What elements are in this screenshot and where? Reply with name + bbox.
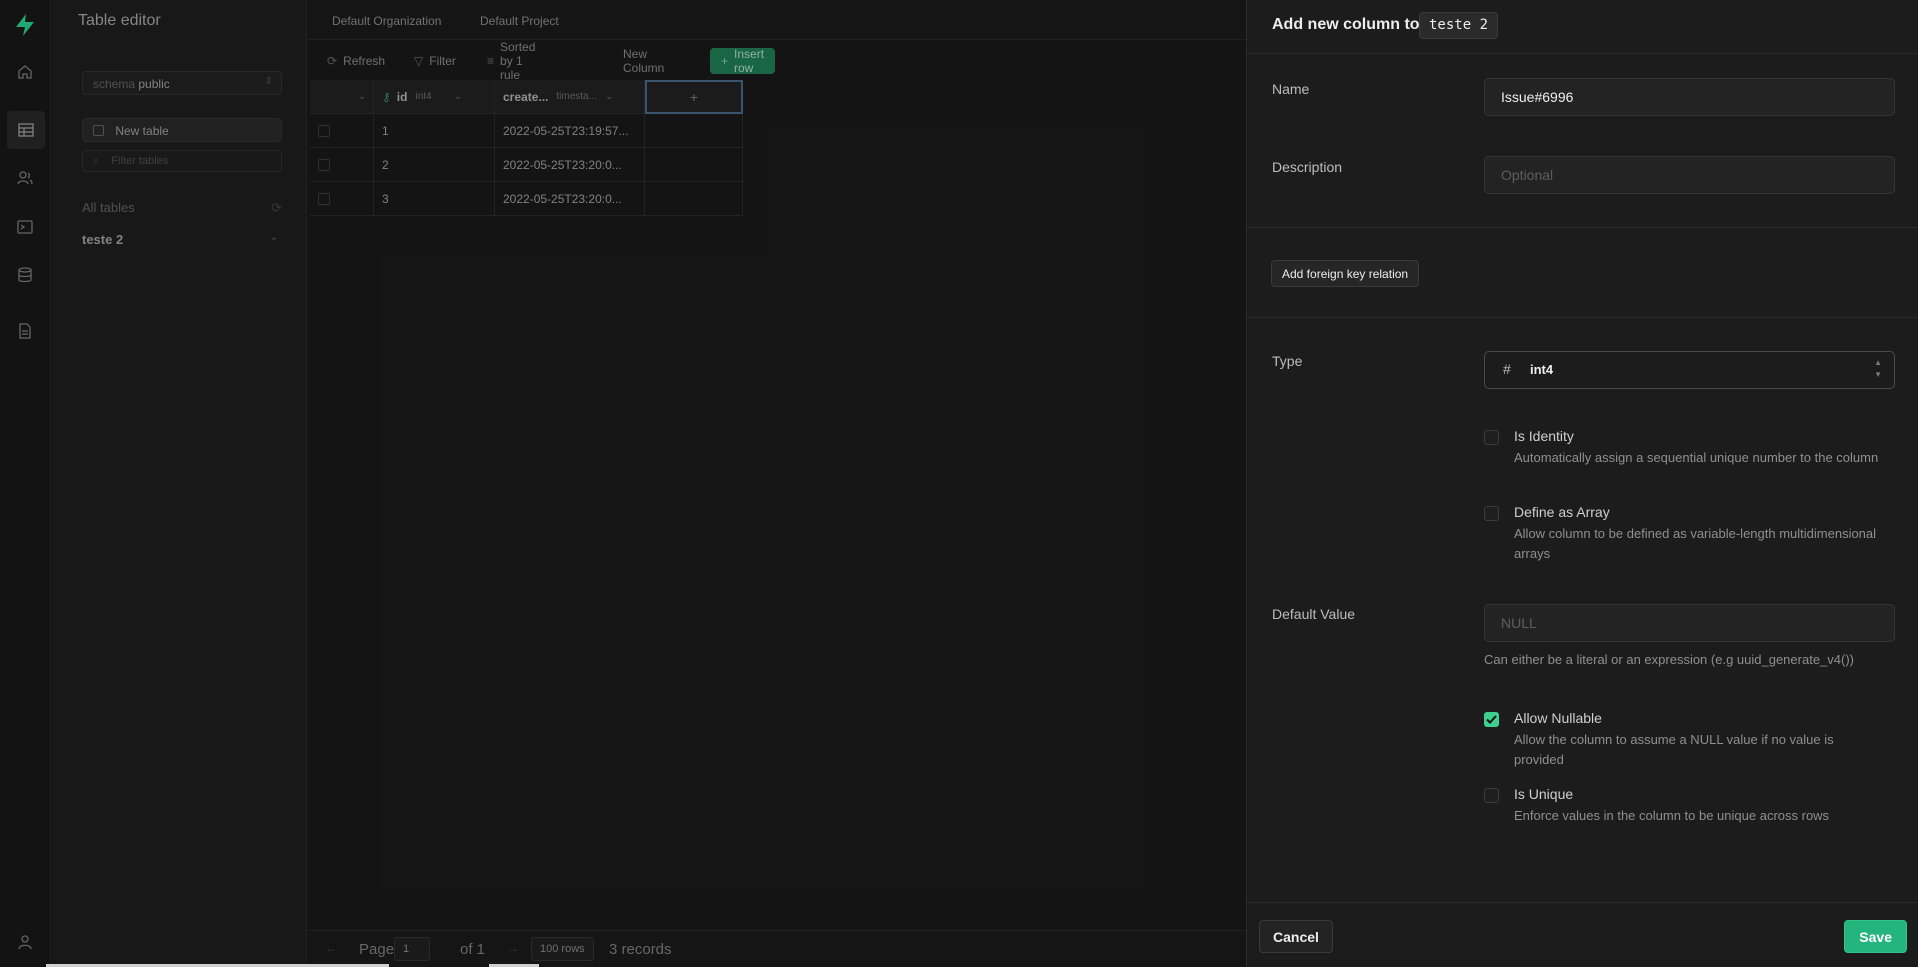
- table-name-badge: teste 2: [1419, 12, 1499, 39]
- save-button[interactable]: Save: [1844, 920, 1907, 953]
- define-as-array-option[interactable]: Define as Array Allow column to be defin…: [1484, 504, 1884, 564]
- modal-backdrop[interactable]: [0, 0, 1246, 967]
- panel-footer: Cancel Save: [1247, 902, 1918, 967]
- option-title: Define as Array: [1514, 504, 1610, 520]
- name-field[interactable]: Issue#6996: [1484, 78, 1895, 116]
- description-label: Description: [1272, 159, 1343, 175]
- app-root: Table editor schema public ⇕ New table ⌕…: [0, 0, 1918, 967]
- hash-icon: #: [1503, 361, 1511, 377]
- option-description: Enforce values in the column to be uniqu…: [1514, 808, 1830, 823]
- check-icon: [1486, 715, 1497, 724]
- divider: [1247, 227, 1918, 228]
- panel-header: Add new column to teste 2: [1247, 0, 1918, 54]
- default-value-hint: Can either be a literal or an expression…: [1484, 652, 1854, 667]
- divider: [1247, 317, 1918, 318]
- option-title: Is Unique: [1514, 786, 1574, 802]
- is-unique-checkbox[interactable]: [1484, 788, 1499, 803]
- add-column-panel: Add new column to teste 2 Name Issue#699…: [1246, 0, 1918, 967]
- option-title: Is Identity: [1514, 428, 1574, 444]
- allow-nullable-checkbox[interactable]: [1484, 712, 1499, 727]
- option-description: Automatically assign a sequential unique…: [1514, 450, 1879, 465]
- cancel-button[interactable]: Cancel: [1259, 920, 1333, 953]
- type-label: Type: [1272, 353, 1303, 369]
- name-label: Name: [1272, 81, 1310, 97]
- description-field[interactable]: Optional: [1484, 156, 1895, 194]
- option-description: Allow the column to assume a NULL value …: [1514, 732, 1834, 767]
- allow-nullable-option[interactable]: Allow Nullable Allow the column to assum…: [1484, 710, 1884, 770]
- define-as-array-checkbox[interactable]: [1484, 506, 1499, 521]
- is-unique-option[interactable]: Is Unique Enforce values in the column t…: [1484, 786, 1884, 826]
- chevron-updown-icon: ▲ ▼: [1874, 358, 1882, 379]
- type-value: int4: [1530, 362, 1554, 377]
- add-foreign-key-button[interactable]: Add foreign key relation: [1271, 260, 1420, 287]
- is-identity-checkbox[interactable]: [1484, 430, 1499, 445]
- option-description: Allow column to be defined as variable-l…: [1514, 526, 1877, 561]
- type-select[interactable]: # int4 ▲ ▼: [1484, 351, 1895, 389]
- panel-title: Add new column to: [1272, 16, 1420, 33]
- option-title: Allow Nullable: [1514, 710, 1602, 726]
- default-value-field[interactable]: NULL: [1484, 604, 1895, 642]
- is-identity-option[interactable]: Is Identity Automatically assign a seque…: [1484, 428, 1884, 488]
- default-value-label: Default Value: [1272, 606, 1356, 622]
